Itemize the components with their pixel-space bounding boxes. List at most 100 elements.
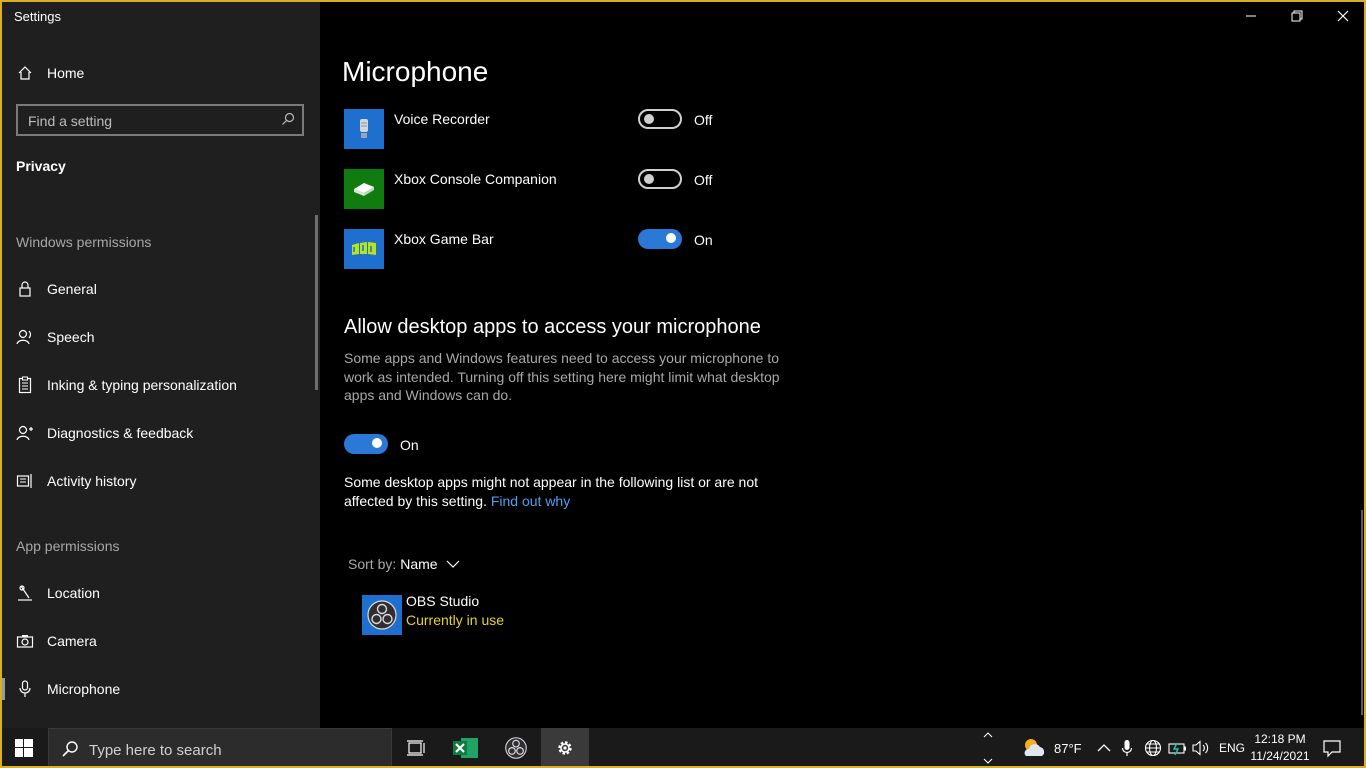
sort-by-control[interactable]: Sort by: Name (348, 556, 460, 572)
sidebar-item-label: Diagnostics & feedback (47, 425, 194, 441)
notification-icon (1323, 740, 1341, 758)
restore-button[interactable] (1274, 0, 1320, 32)
sidebar-item-label: Camera (47, 633, 97, 649)
weather-icon[interactable] (1020, 736, 1046, 763)
sidebar-item-activity-history[interactable]: Activity history (0, 459, 318, 503)
chevron-down-icon (446, 560, 460, 568)
sidebar-item-label: Location (47, 585, 100, 601)
minimize-button[interactable] (1228, 0, 1274, 32)
window-title: Settings (14, 9, 61, 24)
page-title: Microphone (342, 56, 489, 87)
windows-permissions-header: Windows permissions (16, 234, 152, 250)
home-icon (16, 64, 34, 82)
toggle-state-label: Off (694, 112, 713, 128)
sidebar-item-general[interactable]: General (0, 267, 318, 311)
speech-icon (16, 328, 34, 346)
app-permissions-header: App permissions (16, 538, 120, 554)
desktop-apps-note: Some desktop apps might not appear in th… (344, 473, 804, 510)
find-setting-box[interactable] (16, 104, 304, 136)
find-out-why-link[interactable]: Find out why (491, 493, 570, 509)
restore-icon (1291, 10, 1303, 22)
sidebar-item-microphone[interactable]: Microphone (0, 667, 318, 711)
start-button[interactable] (0, 728, 48, 768)
chevron-up-down-icon (983, 732, 993, 764)
obs-icon (505, 737, 527, 759)
show-hidden-icons-button[interactable] (1097, 741, 1111, 759)
microphone-tray-icon[interactable] (1121, 739, 1133, 762)
sidebar: Settings Home Privacy Windows permission… (0, 0, 320, 728)
toggle-knob (666, 233, 676, 243)
voice-recorder-toggle[interactable] (638, 109, 682, 129)
sidebar-item-diagnostics[interactable]: Diagnostics & feedback (0, 411, 318, 455)
desktop-apps-toggle[interactable] (344, 434, 388, 454)
content-scrollbar[interactable] (1361, 510, 1363, 715)
app-name: Xbox Game Bar (394, 231, 494, 247)
toggle-knob (372, 438, 382, 448)
sidebar-item-label: Speech (47, 329, 95, 345)
app-name: Xbox Console Companion (394, 171, 557, 187)
camera-icon (16, 632, 34, 650)
toggle-state-label: On (400, 437, 419, 453)
search-icon (62, 741, 78, 757)
taskbar-search-input[interactable] (87, 739, 381, 761)
taskbar-scroll-arrows[interactable] (980, 728, 996, 768)
microphone-icon (16, 680, 34, 698)
toggle-state-label: Off (694, 172, 713, 188)
clock[interactable]: 12:18 PM 11/24/2021 (1244, 731, 1316, 765)
battery-icon[interactable] (1168, 740, 1188, 761)
find-setting-input[interactable] (26, 110, 270, 132)
excel-icon (453, 738, 478, 758)
sidebar-item-label: General (47, 281, 97, 297)
network-globe-icon[interactable] (1144, 739, 1162, 762)
action-center-button[interactable] (1322, 738, 1342, 763)
chevron-up-icon (1097, 744, 1111, 752)
toggle-knob (644, 114, 654, 124)
lock-icon (16, 280, 34, 298)
obs-studio-app-icon (362, 595, 402, 635)
sidebar-item-location[interactable]: Location (0, 571, 318, 615)
clock-date: 11/24/2021 (1250, 749, 1310, 763)
clipboard-icon (16, 376, 34, 394)
voice-recorder-app-icon (344, 109, 384, 149)
xbox-game-bar-app-icon (344, 229, 384, 269)
weather-temperature[interactable]: 87°F (1054, 741, 1082, 756)
desktop-apps-description: Some apps and Windows features need to a… (344, 350, 780, 403)
volume-icon[interactable] (1192, 740, 1210, 761)
minimize-icon (1246, 15, 1256, 17)
toggle-knob (644, 174, 654, 184)
desktop-apps-heading: Allow desktop apps to access your microp… (344, 316, 761, 338)
sort-label: Sort by: (348, 556, 397, 572)
xbox-console-companion-toggle[interactable] (638, 169, 682, 189)
desktop-app-name: OBS Studio (406, 593, 480, 609)
sort-value: Name (400, 556, 438, 572)
sidebar-item-inking-typing[interactable]: Inking & typing personalization (0, 363, 318, 407)
sidebar-scrollbar[interactable] (315, 215, 318, 390)
desktop-app-status: Currently in use (406, 612, 505, 628)
windows-logo-icon (15, 739, 33, 757)
taskbar-search-box[interactable] (48, 728, 392, 768)
settings-taskbar-button[interactable] (541, 728, 589, 768)
task-view-button[interactable] (392, 728, 440, 768)
sidebar-item-label: Inking & typing personalization (47, 377, 237, 393)
xbox-game-bar-toggle[interactable] (638, 229, 682, 249)
sidebar-item-camera[interactable]: Camera (0, 619, 318, 663)
task-view-icon (407, 740, 425, 756)
search-icon[interactable] (281, 112, 295, 131)
xbox-console-companion-app-icon (344, 169, 384, 209)
current-section-title: Privacy (16, 158, 66, 174)
excel-taskbar-button[interactable] (442, 728, 490, 768)
taskbar: 87°F ENG 12:18 PM 11/24/2021 (0, 728, 1366, 768)
clock-time: 12:18 PM (1254, 732, 1306, 746)
toggle-state-label: On (694, 232, 713, 248)
gear-icon (558, 741, 572, 755)
home-nav-item[interactable]: Home (0, 51, 318, 95)
obs-taskbar-button[interactable] (492, 728, 540, 768)
app-name: Voice Recorder (394, 111, 490, 127)
language-indicator[interactable]: ENG (1219, 741, 1245, 755)
activity-history-icon (16, 472, 34, 490)
diagnostics-icon (16, 424, 34, 442)
sidebar-item-speech[interactable]: Speech (0, 315, 318, 359)
sidebar-item-label: Activity history (47, 473, 137, 489)
close-button[interactable] (1320, 0, 1366, 32)
close-icon (1337, 10, 1349, 22)
